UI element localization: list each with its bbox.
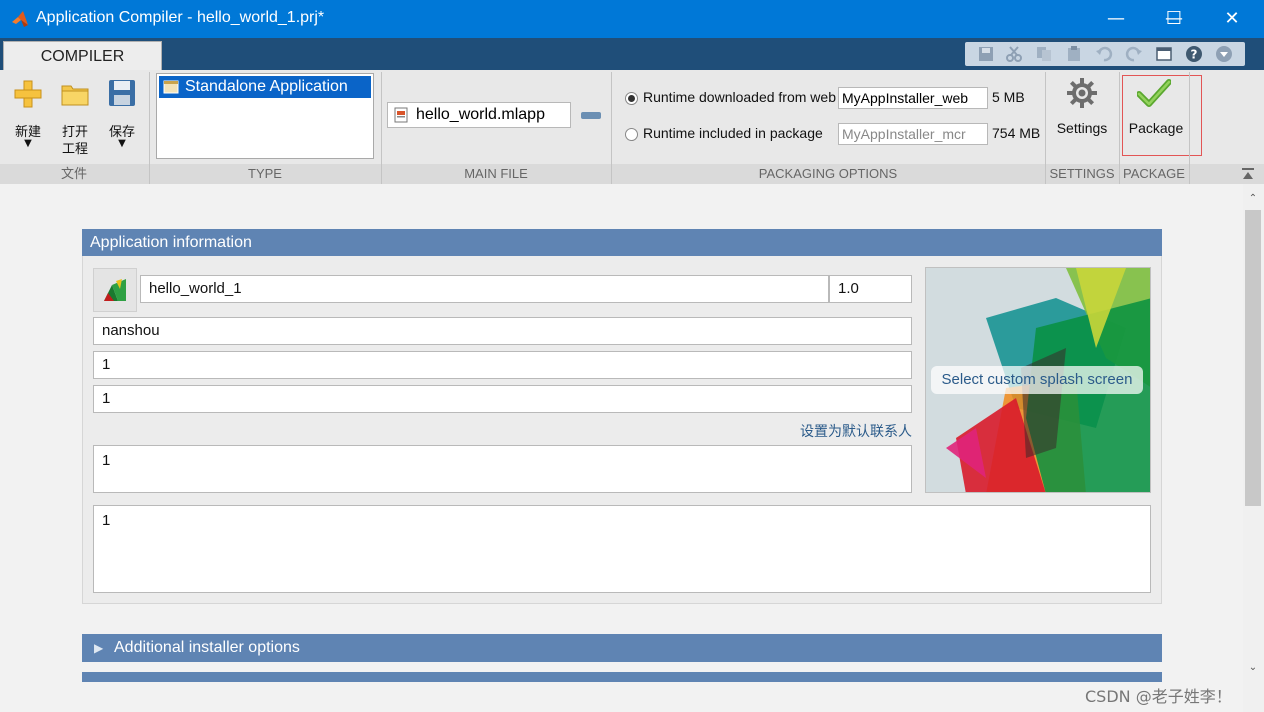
copy-icon[interactable] — [1035, 45, 1053, 63]
remove-main-file-button[interactable] — [581, 112, 601, 119]
summary-textarea[interactable]: 1 — [93, 445, 912, 493]
open-folder-icon[interactable] — [60, 80, 90, 108]
group-label-package: PACKAGE — [1123, 166, 1185, 181]
quick-access-toolbar: ? — [965, 42, 1245, 66]
package-button[interactable]: Package — [1122, 120, 1190, 136]
separator — [381, 72, 382, 184]
new-dropdown-icon[interactable]: ▼ — [8, 138, 48, 149]
runtime-web-radio[interactable] — [625, 92, 638, 105]
minimize-button-visual[interactable]: — — [1086, 0, 1146, 38]
separator — [1189, 72, 1190, 184]
collapse-ribbon-icon[interactable] — [1240, 166, 1256, 182]
app-info-header: Application information — [82, 229, 1162, 256]
splash-screen-picker[interactable]: Select custom splash screen — [925, 267, 1151, 493]
open-project-label-2[interactable]: 工程 — [55, 138, 95, 157]
tab-strip: COMPILER ? — [0, 38, 1264, 71]
runtime-web-label[interactable]: Runtime downloaded from web — [643, 89, 836, 105]
additional-installer-options-label: Additional installer options — [114, 639, 300, 656]
main-file-entry[interactable]: hello_world.mlapp — [387, 102, 571, 128]
separator — [149, 72, 150, 184]
runtime-web-input[interactable]: MyAppInstaller_web — [838, 87, 988, 109]
scroll-down-icon[interactable]: ⌄ — [1246, 662, 1260, 673]
close-button[interactable]: ✕ — [1202, 0, 1262, 38]
runtime-package-radio[interactable] — [625, 128, 638, 141]
new-icon[interactable] — [12, 78, 44, 110]
matlab-logo-icon — [12, 11, 28, 27]
help-icon[interactable]: ? — [1185, 45, 1203, 63]
chevron-down-icon[interactable] — [1215, 45, 1233, 63]
window-title: Application Compiler - hello_world_1.prj… — [36, 9, 325, 26]
separator — [1045, 72, 1046, 184]
maximize-button[interactable]: ☐ — [1144, 0, 1204, 38]
runtime-web-size: 5 MB — [992, 89, 1025, 105]
save-icon[interactable] — [977, 45, 995, 63]
version-input[interactable]: 1.0 — [829, 275, 912, 303]
separator — [1119, 72, 1120, 184]
app-icon — [104, 279, 126, 301]
mlapp-file-icon — [394, 107, 408, 123]
runtime-package-label[interactable]: Runtime included in package — [643, 125, 823, 141]
expand-triangle-icon[interactable]: ▶ — [94, 634, 103, 662]
watermark: CSDN @老子姓李！ — [1085, 687, 1232, 706]
group-label-type: TYPE — [248, 166, 282, 181]
gear-icon[interactable] — [1066, 77, 1098, 109]
group-label-settings: SETTINGS — [1049, 166, 1115, 181]
window-layout-icon[interactable] — [1155, 45, 1173, 63]
group-label-main-file: MAIN FILE — [464, 166, 528, 181]
ribbon-group-labels: 文件 TYPE MAIN FILE PACKAGING OPTIONS SETT… — [0, 164, 1264, 184]
type-item-label: Standalone Application — [185, 78, 348, 95]
cut-icon[interactable] — [1005, 45, 1023, 63]
email-input[interactable]: 1 — [93, 351, 912, 379]
separator — [611, 72, 612, 184]
group-label-packaging: PACKAGING OPTIONS — [758, 166, 898, 181]
application-icon — [163, 80, 179, 94]
scroll-up-icon[interactable]: ⌃ — [1246, 193, 1260, 204]
checkmark-icon[interactable] — [1137, 78, 1171, 108]
type-item-standalone[interactable]: Standalone Application — [159, 76, 371, 98]
type-list[interactable]: Standalone Application — [156, 73, 374, 159]
tab-compiler[interactable]: COMPILER — [3, 41, 162, 71]
app-name-input[interactable]: hello_world_1 — [140, 275, 829, 303]
settings-button[interactable]: Settings — [1052, 120, 1112, 136]
set-default-contact-link[interactable]: 设置为默认联系人 — [700, 421, 912, 441]
description-textarea[interactable]: 1 — [93, 505, 1151, 593]
app-icon-picker[interactable] — [93, 268, 137, 312]
paste-icon[interactable] — [1065, 45, 1083, 63]
runtime-package-size: 754 MB — [992, 125, 1041, 141]
undo-icon[interactable] — [1095, 45, 1113, 63]
splash-screen-label: Select custom splash screen — [931, 366, 1143, 394]
main-file-name: hello_world.mlapp — [416, 106, 545, 123]
scrollbar-thumb[interactable] — [1245, 210, 1261, 506]
author-input[interactable]: nanshou — [93, 317, 912, 345]
group-label-file: 文件 — [60, 166, 87, 181]
next-section-header[interactable] — [82, 672, 1162, 682]
redo-icon[interactable] — [1125, 45, 1143, 63]
save-dropdown-icon[interactable]: ▼ — [102, 138, 142, 149]
company-input[interactable]: 1 — [93, 385, 912, 413]
runtime-package-input[interactable]: MyAppInstaller_mcr — [838, 123, 988, 145]
title-bar: Application Compiler - hello_world_1.prj… — [0, 0, 1264, 38]
save-floppy-icon[interactable] — [107, 78, 137, 108]
additional-installer-options-header[interactable]: ▶ Additional installer options — [82, 634, 1162, 662]
svg-text:?: ? — [1191, 48, 1198, 62]
